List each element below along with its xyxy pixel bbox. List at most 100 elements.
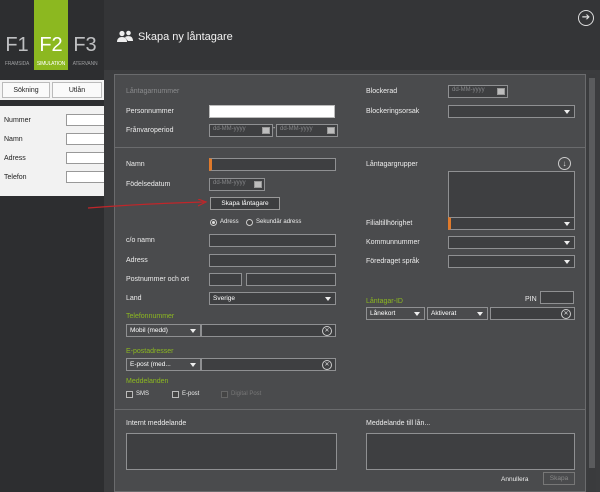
tab-f3[interactable]: F3 ATERVANN	[68, 0, 102, 70]
search-phone-input[interactable]	[66, 171, 106, 183]
birthdate-placeholder: dd-MM-yyyy	[213, 180, 246, 186]
municipality-select[interactable]	[448, 236, 575, 249]
calendar-icon[interactable]	[254, 181, 262, 188]
tab-f1[interactable]: F1 FRAMSIDA	[0, 0, 34, 70]
calendar-icon[interactable]	[262, 127, 270, 134]
name-label: Namn	[126, 161, 145, 168]
country-select[interactable]: Sverige	[209, 292, 336, 305]
block-reason-select[interactable]	[448, 105, 575, 118]
close-dialog-button[interactable]: ➔	[578, 10, 594, 26]
digital-post-checkbox[interactable]	[221, 391, 228, 398]
email-section-title: E-postadresser	[126, 348, 174, 355]
subtab-loans[interactable]: Utlån	[52, 82, 102, 98]
message-to-borrower-textarea[interactable]	[366, 433, 575, 470]
chevron-down-icon	[325, 297, 331, 301]
email-checkbox-label: E-post	[182, 391, 200, 397]
postal-label: Postnummer och ort	[126, 276, 190, 283]
cancel-button[interactable]: Annullera	[501, 476, 528, 483]
search-address-label: Adress	[4, 155, 26, 162]
clear-icon[interactable]: ✕	[322, 360, 332, 370]
address-input[interactable]	[209, 254, 336, 267]
chevron-down-icon	[414, 312, 420, 316]
scrollbar-thumb[interactable]	[589, 78, 595, 468]
borrower-number-label: Låntagarnummer	[126, 88, 180, 95]
tab-f3-key: F3	[73, 34, 97, 56]
absence-from-input[interactable]: dd-MM-yyyy	[209, 124, 273, 137]
chevron-down-icon	[477, 312, 483, 316]
branch-label: Filialtillhörighet	[366, 220, 413, 227]
borrower-groups-label: Låntagargrupper	[366, 161, 418, 168]
radio-address[interactable]	[210, 219, 217, 226]
absence-from-placeholder: dd-MM-yyyy	[213, 126, 246, 132]
clear-icon[interactable]: ✕	[561, 309, 571, 319]
dialog-title: Skapa ny låntagare	[138, 31, 233, 43]
email-checkbox[interactable]	[172, 391, 179, 398]
absence-to-input[interactable]: dd-MM-yyyy	[276, 124, 338, 137]
email-input[interactable]: ✕	[201, 358, 336, 371]
tab-f2[interactable]: F2 SIMULATION	[34, 0, 68, 70]
internal-message-textarea[interactable]	[126, 433, 337, 470]
tab-f1-key: F1	[5, 34, 29, 56]
id-type-value: Lånekort	[370, 310, 396, 317]
dialog-header: Skapa ny låntagare ➔	[104, 0, 600, 70]
borrower-id-input[interactable]: ✕	[490, 307, 575, 320]
chevron-down-icon	[564, 260, 570, 264]
phone-input[interactable]: ✕	[201, 324, 336, 337]
chevron-down-icon	[190, 329, 196, 333]
divider	[115, 147, 585, 148]
clear-icon[interactable]: ✕	[322, 326, 332, 336]
name-input[interactable]	[209, 158, 336, 171]
co-name-input[interactable]	[209, 234, 336, 247]
phone-type-value: Mobil (medd)	[130, 327, 168, 334]
search-name-input[interactable]	[66, 133, 106, 145]
email-type-value: E-post (med...	[130, 361, 171, 368]
pin-input[interactable]	[540, 291, 574, 304]
chevron-down-icon	[564, 241, 570, 245]
sms-checkbox[interactable]	[126, 391, 133, 398]
subtab-bar: Sökning Utlån	[0, 80, 104, 100]
calendar-icon[interactable]	[497, 88, 505, 95]
block-reason-label: Blockeringsorsak	[366, 108, 420, 115]
pin-label: PIN	[525, 296, 537, 303]
phone-type-select[interactable]: Mobil (medd)	[126, 324, 201, 337]
phone-section-title: Telefonnummer	[126, 313, 175, 320]
dash-separator: -	[273, 125, 276, 132]
tab-f3-caption: ATERVANN	[72, 61, 98, 67]
search-panel: Nummer Namn Adress Telefon	[0, 106, 106, 196]
tab-f1-caption: FRAMSIDA	[4, 61, 30, 67]
id-status-select[interactable]: Aktiverat	[427, 307, 488, 320]
municipality-label: Kommunnummer	[366, 239, 420, 246]
tab-f2-caption: SIMULATION	[36, 61, 66, 67]
message-to-borrower-label: Meddelande till lån...	[366, 420, 431, 427]
co-name-label: c/o namn	[126, 237, 155, 244]
create-button[interactable]: Skapa	[543, 472, 575, 485]
blocked-label: Blockerad	[366, 88, 398, 95]
search-phone-label: Telefon	[4, 174, 27, 181]
sms-label: SMS	[136, 391, 150, 397]
tab-f2-key: F2	[39, 34, 63, 56]
search-number-label: Nummer	[4, 117, 31, 124]
divider	[115, 409, 585, 410]
create-borrower-dialog: Skapa ny låntagare ➔ Låntagarnummer Pers…	[104, 0, 600, 492]
arrow-down-circle-icon[interactable]: ↓	[558, 157, 571, 170]
search-number-input[interactable]	[66, 114, 106, 126]
id-status-value: Aktiverat	[431, 310, 457, 317]
id-type-select[interactable]: Lånekort	[366, 307, 425, 320]
create-borrower-button[interactable]: Skapa låntagare	[210, 197, 280, 210]
radio-secondary-address[interactable]	[246, 219, 253, 226]
personal-number-input[interactable]	[209, 105, 335, 118]
calendar-icon[interactable]	[327, 127, 335, 134]
branch-select[interactable]	[448, 217, 575, 230]
language-label: Föredraget språk	[366, 258, 420, 265]
email-type-select[interactable]: E-post (med...	[126, 358, 201, 371]
blocked-date-input[interactable]: dd-MM-yyyy	[448, 85, 508, 98]
city-input[interactable]	[246, 273, 336, 286]
birthdate-input[interactable]: dd-MM-yyyy	[209, 178, 265, 191]
dialog-scrollbar[interactable]	[588, 74, 596, 492]
subtab-search[interactable]: Sökning	[2, 82, 50, 98]
digital-post-label: Digital Post	[231, 391, 262, 397]
radio-address-label: Adress	[220, 219, 239, 225]
language-select[interactable]	[448, 255, 575, 268]
search-address-input[interactable]	[66, 152, 106, 164]
postal-code-input[interactable]	[209, 273, 242, 286]
